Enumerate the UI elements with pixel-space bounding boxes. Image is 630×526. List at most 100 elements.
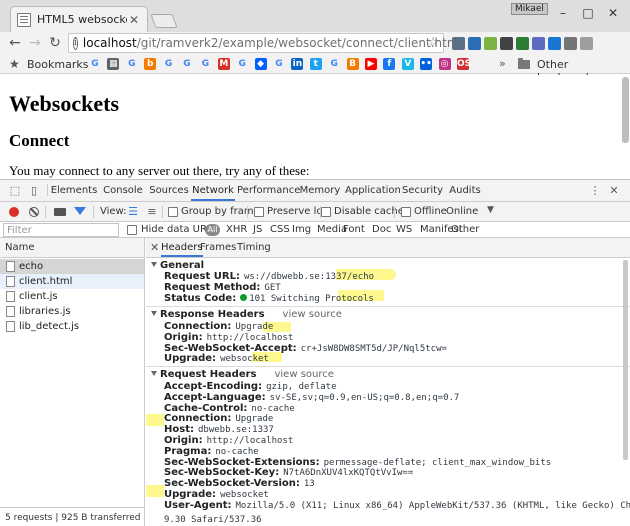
google-g-icon[interactable]: G xyxy=(273,58,285,70)
tab-memory[interactable]: Memory xyxy=(296,180,344,201)
google-g-icon[interactable]: G xyxy=(163,58,175,70)
hide-data-urls-checkbox[interactable] xyxy=(127,225,137,235)
vimeo-icon[interactable]: V xyxy=(401,58,414,70)
group-by-frame-checkbox[interactable] xyxy=(168,207,178,217)
filter-css[interactable]: CSS xyxy=(270,224,290,235)
google-g-icon[interactable]: G xyxy=(126,58,138,70)
google-g-icon[interactable]: G xyxy=(181,58,193,70)
tab-audits[interactable]: Audits xyxy=(447,180,483,201)
response-headers-section-header[interactable]: Response Headers view source xyxy=(151,309,342,320)
profile-badge[interactable]: Mikael xyxy=(511,3,548,15)
request-headers-section-header[interactable]: Request Headers view source xyxy=(151,369,334,380)
preserve-log-checkbox[interactable] xyxy=(254,207,264,217)
magnifier-extension-icon[interactable] xyxy=(516,37,529,50)
more-options-icon[interactable]: ⋮ xyxy=(588,184,602,198)
request-row[interactable]: libraries.js xyxy=(0,304,144,319)
screenshot-camera-icon[interactable] xyxy=(54,208,66,216)
shield-extension-icon[interactable] xyxy=(580,37,593,50)
tab-close-icon[interactable]: ✕ xyxy=(127,13,141,27)
throttling-select[interactable]: Online xyxy=(446,206,478,217)
clock-extension-icon[interactable] xyxy=(548,37,561,50)
flickr-icon[interactable]: •• xyxy=(420,58,433,70)
filter-input[interactable] xyxy=(3,223,119,237)
tab-console[interactable]: Console xyxy=(100,180,146,201)
google-g-icon[interactable]: G xyxy=(199,58,211,70)
inspect-element-icon[interactable]: ⬚ xyxy=(8,184,22,198)
filter-font[interactable]: Font xyxy=(343,224,365,235)
new-tab-button[interactable] xyxy=(150,14,178,28)
twitter-icon[interactable]: t xyxy=(309,58,322,70)
list-view-icon[interactable]: ☰ xyxy=(126,205,140,219)
facebook-icon[interactable]: f xyxy=(383,58,396,70)
tab-application[interactable]: Application xyxy=(345,180,401,201)
page-scrollbar-thumb[interactable] xyxy=(622,77,629,143)
chevron-down-icon[interactable]: ▼ xyxy=(487,205,494,215)
pencil-extension-icon[interactable] xyxy=(484,37,497,50)
browser-tab[interactable]: HTML5 websockets ✕ xyxy=(10,6,148,32)
record-icon[interactable] xyxy=(9,207,19,217)
close-window-icon[interactable]: ✕ xyxy=(606,6,620,20)
blogger-icon[interactable]: B xyxy=(346,58,359,70)
reload-icon[interactable]: ↻ xyxy=(47,35,63,51)
general-section-header[interactable]: General xyxy=(151,260,204,271)
detail-scrollbar[interactable] xyxy=(623,260,628,520)
google-g-icon[interactable]: G xyxy=(328,58,340,70)
detail-scrollbar-thumb[interactable] xyxy=(623,260,628,460)
minimize-icon[interactable]: – xyxy=(556,6,570,20)
bookmarks-folder-label[interactable]: Bookmarks xyxy=(27,58,88,71)
ruler-extension-icon[interactable] xyxy=(500,37,513,50)
google-g-icon[interactable]: G xyxy=(89,58,101,70)
filter-js[interactable]: JS xyxy=(253,224,262,235)
dropbox-icon[interactable]: ◆ xyxy=(254,58,267,70)
clear-icon[interactable] xyxy=(29,207,39,217)
eyedropper-icon[interactable] xyxy=(452,37,465,50)
gmail-icon[interactable]: M xyxy=(217,58,230,70)
youtube-icon[interactable]: ▶ xyxy=(365,58,377,70)
tab-sources[interactable]: Sources xyxy=(147,180,191,201)
forward-arrow-icon[interactable]: → xyxy=(27,35,43,51)
view-source-link[interactable]: view source xyxy=(283,309,342,320)
view-source-link[interactable]: view source xyxy=(274,369,333,380)
tab-headers[interactable]: Headers xyxy=(161,238,203,257)
request-row[interactable]: echo xyxy=(0,259,144,274)
calendar-icon[interactable]: ▦ xyxy=(107,58,120,70)
filter-ws[interactable]: WS xyxy=(396,224,412,235)
disable-cache-checkbox[interactable] xyxy=(321,207,331,217)
page-scrollbar[interactable] xyxy=(622,77,629,177)
offline-checkbox[interactable] xyxy=(401,207,411,217)
tab-timing[interactable]: Timing xyxy=(237,238,271,257)
linkedin-icon[interactable]: in xyxy=(291,58,304,70)
filter-funnel-icon[interactable] xyxy=(74,207,86,215)
back-arrow-icon[interactable]: ← xyxy=(7,35,23,51)
ie-extension-icon[interactable] xyxy=(532,37,545,50)
tab-network[interactable]: Network xyxy=(191,180,235,201)
os-icon[interactable]: OS xyxy=(457,58,471,70)
address-bar[interactable]: i localhost/git/ramverk2/example/websock… xyxy=(68,33,462,53)
request-row[interactable]: client.html xyxy=(0,274,144,289)
request-row[interactable]: client.js xyxy=(0,289,144,304)
maximize-icon[interactable]: □ xyxy=(581,6,595,20)
close-devtools-icon[interactable]: ✕ xyxy=(607,184,621,198)
filter-other[interactable]: Other xyxy=(451,224,479,235)
waterfall-view-icon[interactable]: ≡ xyxy=(145,205,159,219)
bookmarks-overflow-icon[interactable]: » xyxy=(499,57,506,70)
google-g-icon[interactable]: G xyxy=(236,58,248,70)
close-detail-icon[interactable]: ✕ xyxy=(150,241,159,254)
device-toolbar-icon[interactable]: ▯ xyxy=(27,184,41,198)
bookmark-star-icon[interactable]: ☆ xyxy=(427,35,439,50)
filter-all-pill[interactable]: All xyxy=(205,224,220,236)
blogger-icon[interactable]: b xyxy=(144,58,157,70)
filter-xhr[interactable]: XHR xyxy=(226,224,247,235)
tab-security[interactable]: Security xyxy=(399,180,446,201)
filter-doc[interactable]: Doc xyxy=(372,224,391,235)
site-info-icon[interactable]: i xyxy=(73,36,78,50)
filter-img[interactable]: Img xyxy=(292,224,311,235)
tab-performance[interactable]: Performance xyxy=(237,180,300,201)
request-row[interactable]: lib_detect.js xyxy=(0,319,144,334)
circle-extension-icon[interactable] xyxy=(564,37,577,50)
react-devtools-icon[interactable] xyxy=(468,37,481,50)
name-column-header[interactable]: Name xyxy=(0,238,144,258)
instagram-icon[interactable]: ◎ xyxy=(438,58,451,70)
tab-frames[interactable]: Frames xyxy=(200,238,236,257)
tab-elements[interactable]: Elements xyxy=(50,180,98,201)
